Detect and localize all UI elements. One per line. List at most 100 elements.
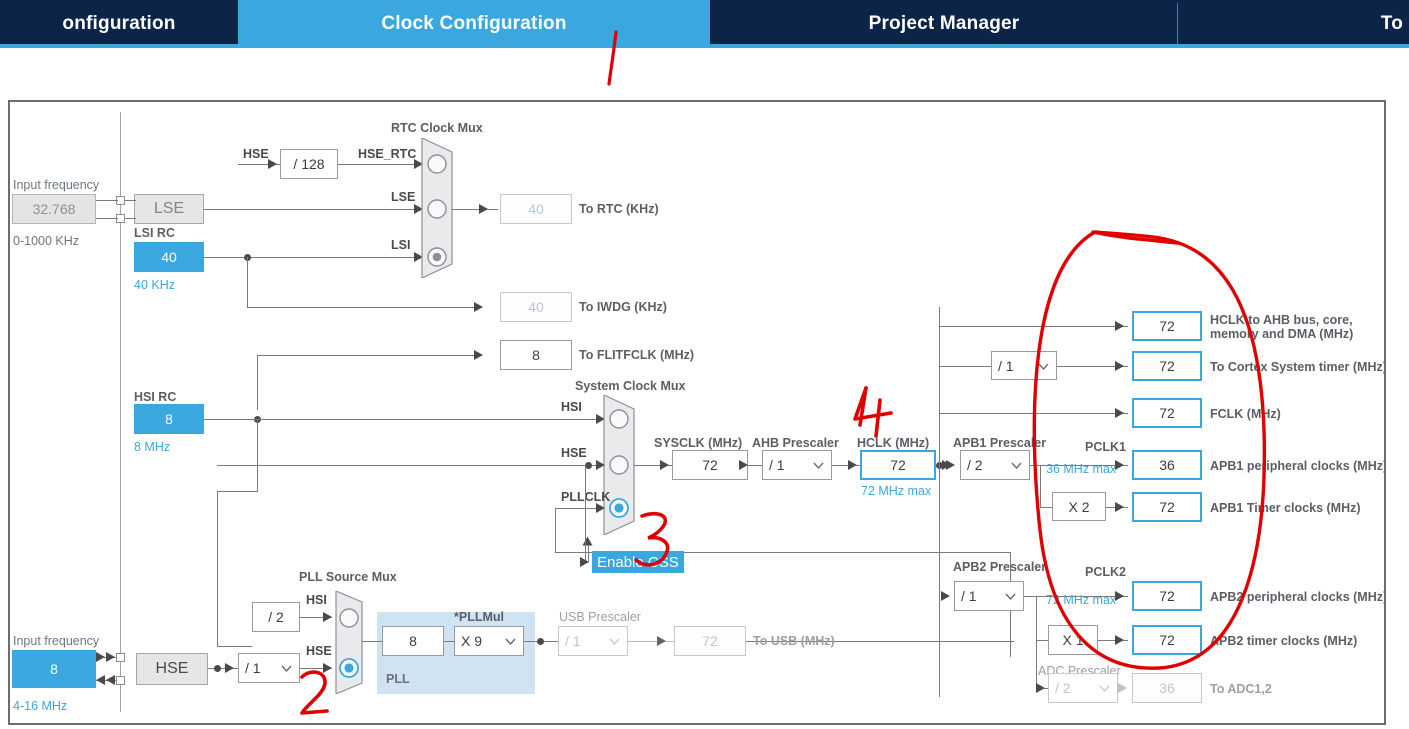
chevron-down-icon: [609, 638, 620, 645]
wire-hsi-down: [257, 419, 258, 491]
sysmux-hsi-input-label: HSI: [561, 400, 582, 414]
apb2-prescaler-label: APB2 Prescaler: [953, 560, 1047, 574]
arrow-hse-div128: [268, 159, 277, 169]
arrow-hse-in1: [96, 652, 105, 662]
wire-apb2-timer-down: [1036, 596, 1037, 640]
lse-block-label: LSE: [153, 200, 185, 217]
cortex-prescaler-select[interactable]: / 1: [991, 351, 1057, 380]
tab-project-manager[interactable]: Project Manager: [710, 0, 1178, 48]
pllmul-value: X 9: [461, 633, 483, 649]
ahb-prescaler-select[interactable]: / 1: [762, 450, 832, 480]
apb1-prescaler-select[interactable]: / 2: [960, 450, 1030, 480]
to-flitfclk-value-field: 8: [500, 340, 572, 370]
lse-input-frequency-label: Input frequency: [13, 178, 100, 192]
sysclk-label: SYSCLK (MHz): [654, 436, 743, 450]
wire-hsi-left: [217, 491, 258, 492]
pll-source-mux-title: PLL Source Mux: [299, 570, 397, 584]
wire-adc-down: [1036, 640, 1037, 688]
to-usb-field: 72: [674, 626, 746, 656]
hsi-title: HSI RC: [134, 390, 177, 404]
arrow-css: [582, 536, 593, 546]
pll-input-field: 8: [382, 626, 444, 656]
wire-lsi-to-rtcmux: [204, 257, 417, 258]
arrow-hse-in2: [106, 652, 115, 662]
tab-pinout-configuration[interactable]: onfiguration: [0, 0, 238, 48]
usb-prescaler-select[interactable]: / 1: [558, 626, 628, 656]
clock-tree-inner: Input frequency 32.768 0-1000 KHz LSE LS…: [10, 102, 1384, 723]
output-cortex-timer-value: 72: [1159, 358, 1175, 374]
output-apb1-timer-field: 72: [1132, 492, 1202, 522]
system-clock-mux[interactable]: [600, 394, 644, 540]
lse-wire-c: [125, 200, 136, 201]
enable-css-toggle[interactable]: Enable CSS: [592, 551, 684, 573]
main-tab-bar: onfiguration Clock Configuration Project…: [0, 0, 1409, 48]
tab-divider: [1177, 3, 1178, 45]
hse-div-value: / 1: [245, 660, 261, 676]
pllmux-hsi-input-label: HSI: [306, 593, 327, 607]
pll-hsi-div2-value: / 2: [268, 609, 284, 625]
wire-hsi-to-sysmux: [204, 419, 599, 420]
lse-input-frequency-field[interactable]: 32.768: [12, 194, 96, 224]
rtcmux-lsi-input-label: LSI: [391, 238, 411, 252]
hse-range-label: 4-16 MHz: [13, 699, 68, 713]
output-apb2-timer-label: APB2 timer clocks (MHz): [1210, 634, 1358, 648]
output-adc-label: To ADC1,2: [1210, 682, 1272, 696]
clock-tree-canvas[interactable]: Input frequency 32.768 0-1000 KHz LSE LS…: [8, 100, 1386, 725]
wire-apb2-timer-right: [1036, 640, 1048, 641]
arrow-out2: [1115, 361, 1124, 371]
hse-div-select[interactable]: / 1: [238, 653, 300, 683]
tab-tools[interactable]: To: [1178, 0, 1409, 48]
arrow-usb: [657, 636, 666, 646]
wire-out1: [939, 326, 1128, 327]
lsi-value-field[interactable]: 40: [134, 242, 204, 272]
hsi-value: 8: [165, 411, 173, 427]
usb-prescaler-label: USB Prescaler: [559, 610, 641, 624]
hse-input-frequency-field[interactable]: 8: [12, 650, 96, 688]
wire-hsi-up: [257, 355, 258, 410]
lse-input-frequency-value: 32.768: [32, 201, 76, 217]
pllmul-select[interactable]: X 9: [454, 626, 524, 656]
output-cortex-timer-field: 72: [1132, 351, 1202, 381]
apb2-timer-mul-value: X 1: [1062, 632, 1084, 648]
wire-hse-to-sysmux: [217, 465, 599, 466]
hse-block[interactable]: HSE: [136, 653, 208, 685]
lsi-range-label: 40 KHz: [134, 278, 175, 292]
hclk-value-field: 72: [860, 450, 936, 480]
rtc-clock-mux[interactable]: [418, 137, 462, 283]
lse-block[interactable]: LSE: [134, 194, 204, 224]
to-rtc-label: To RTC (KHz): [579, 202, 659, 216]
tab-label: Clock Configuration: [381, 13, 567, 34]
wire-pll-mul: [444, 641, 454, 642]
ahb-prescaler-label: AHB Prescaler: [752, 436, 839, 450]
to-iwdg-value: 40: [528, 299, 544, 315]
tab-label: Project Manager: [868, 13, 1020, 34]
wire-hsi-down2: [217, 491, 218, 646]
output-apb1-peripheral-field: 36: [1132, 450, 1202, 480]
hsi-range-label: 8 MHz: [134, 440, 171, 454]
hclk-label: HCLK (MHz): [857, 436, 930, 450]
hsi-value-field[interactable]: 8: [134, 404, 204, 434]
pll-source-mux[interactable]: [332, 590, 372, 699]
tab-clock-configuration[interactable]: Clock Configuration: [238, 0, 710, 48]
rtc-clock-mux-title: RTC Clock Mux: [391, 121, 483, 135]
chevron-down-icon: [813, 462, 824, 469]
output-apb1-peripheral-label: APB1 peripheral clocks (MHz): [1210, 459, 1386, 473]
wire-hsi-flitfclk: [257, 355, 478, 356]
tab-label: onfiguration: [62, 13, 176, 34]
apb1-prescaler-value: / 2: [967, 457, 983, 473]
sysclk-value: 72: [702, 457, 718, 473]
hse-div128-block: / 128: [280, 149, 338, 179]
clock-toolbar: Resolve Clock Issues: [0, 48, 1409, 134]
arrow-adc-in: [1036, 683, 1045, 693]
output-apb2-timer-value: 72: [1159, 632, 1175, 648]
hse-pin-bottom: [116, 676, 125, 685]
system-clock-mux-title: System Clock Mux: [575, 379, 686, 393]
to-rtc-value-field: 40: [500, 194, 572, 224]
apb2-prescaler-select[interactable]: / 1: [954, 581, 1024, 611]
output-apb2-timer-field: 72: [1132, 625, 1202, 655]
wire-hse-css-down: [585, 465, 586, 562]
pll-input-value: 8: [409, 633, 417, 649]
arrow-hse-sysmux: [596, 460, 605, 470]
adc-prescaler-select[interactable]: / 2: [1048, 673, 1118, 703]
output-apb1-timer-value: 72: [1159, 499, 1175, 515]
